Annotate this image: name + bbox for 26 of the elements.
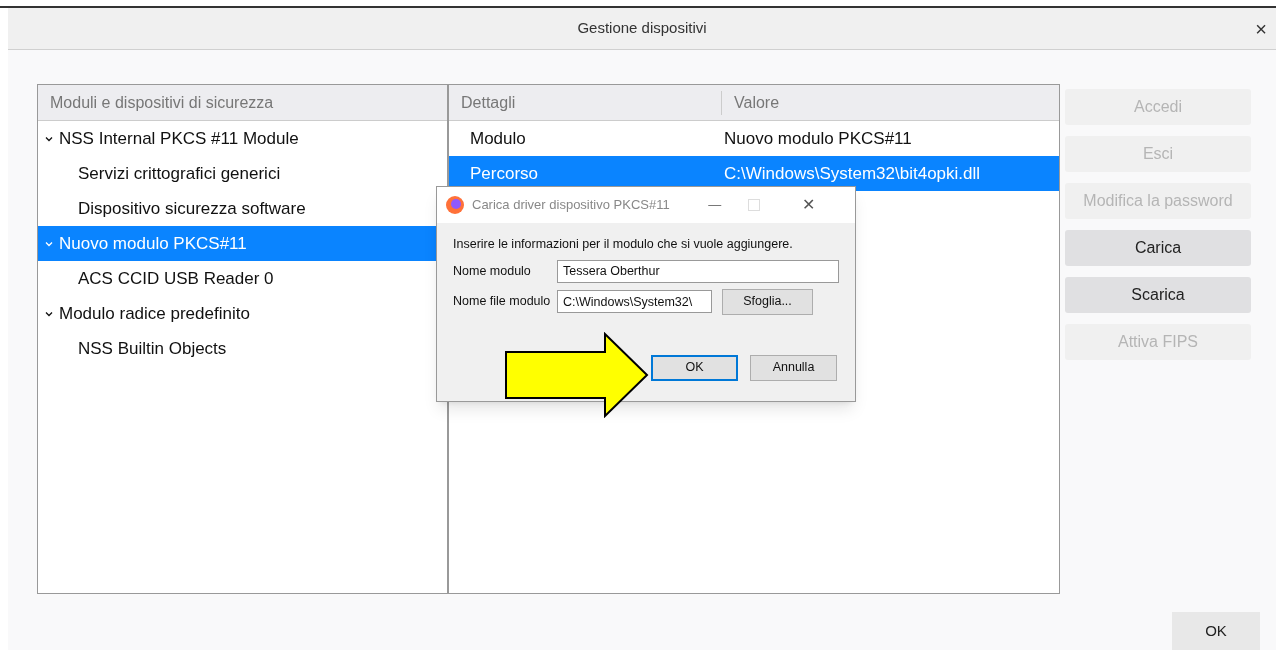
- table-row[interactable]: Modulo Nuovo modulo PKCS#11: [449, 121, 1059, 156]
- window-title: Gestione dispositivi: [577, 18, 707, 39]
- close-button[interactable]: ✕: [797, 193, 820, 217]
- text-field[interactable]: C:\Windows\System32\: [557, 290, 712, 314]
- action-button[interactable]: Scarica: [1065, 277, 1251, 313]
- maximize-button[interactable]: [747, 199, 760, 211]
- dialog-title: Carica driver dispositivo PKCS#11: [472, 196, 670, 215]
- field-label: Nome file modulo: [453, 293, 552, 311]
- field-label: Nome modulo: [453, 262, 532, 280]
- column-header: Dettagli: [449, 90, 722, 115]
- column-header: Moduli e dispositivi di sicurezza: [38, 85, 447, 121]
- browser-logo-icon: [445, 195, 465, 215]
- browse-button[interactable]: Sfoglia...: [722, 288, 813, 315]
- minimize-button[interactable]: —: [699, 195, 730, 215]
- tree-item[interactable]: Modulo radice predefinito: [38, 296, 447, 331]
- arrow-icon: [505, 332, 649, 418]
- column-header: Valore: [733, 92, 780, 113]
- ok-button[interactable]: OK: [1172, 612, 1260, 650]
- text-field[interactable]: Tessera Oberthur: [557, 259, 839, 283]
- dialog-prompt: Inserire le informazioni per il modulo che si vuole aggiungere.: [453, 236, 794, 253]
- dialog-button[interactable]: Annulla: [750, 354, 837, 381]
- dialog-button[interactable]: OK: [651, 354, 738, 381]
- tree-item[interactable]: NSS Internal PKCS #11 Module: [38, 121, 447, 156]
- action-button[interactable]: Carica: [1065, 230, 1251, 266]
- tree-item[interactable]: Servizi crittografici generici: [38, 156, 447, 191]
- close-button[interactable]: ×: [1250, 17, 1272, 41]
